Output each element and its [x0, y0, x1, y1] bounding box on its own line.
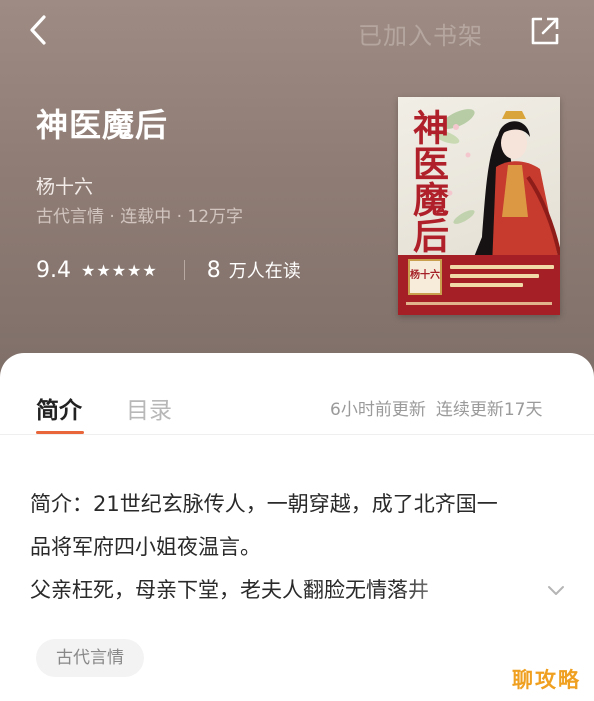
share-button[interactable] — [528, 14, 562, 48]
cover-author-badge: 杨十六 — [408, 259, 442, 295]
readers-count: 8 — [206, 257, 221, 283]
intro-line: 简介：21世纪玄脉传人，一朝穿越，成了北齐国一 — [30, 492, 498, 516]
tab-intro[interactable]: 简介 — [36, 391, 82, 425]
update-info: 6小时前更新 连续更新17天 — [330, 395, 542, 420]
cover-bottom-line — [406, 302, 552, 305]
genre-tag[interactable]: 古代言情 — [36, 639, 144, 677]
intro-text[interactable]: 简介：21世纪玄脉传人，一朝穿越，成了北齐国一 品将军府四小姐夜温言。 父亲枉死… — [30, 483, 570, 612]
intro-line: 父亲枉死，母亲下堂，老夫人翻脸无情落井 — [30, 578, 429, 602]
book-title: 神医魔后 — [36, 106, 169, 144]
detail-sheet: 简介 目录 6小时前更新 连续更新17天 简介：21世纪玄脉传人，一朝穿越，成了北… — [0, 353, 594, 701]
rating-divider — [183, 260, 185, 280]
site-watermark: 聊攻略 — [512, 668, 581, 692]
last-update-text: 6小时前更新 — [330, 400, 426, 420]
expand-intro-button[interactable] — [544, 579, 568, 603]
tab-toc[interactable]: 目录 — [126, 391, 172, 425]
cover-title-art: 神医魔后 — [407, 109, 449, 253]
rating-row: 9.4 ★★★★★ 8 万人在读 — [36, 256, 301, 284]
back-button[interactable] — [22, 12, 58, 48]
rating-stars: ★★★★★ — [81, 260, 158, 280]
readers-label: 万人在读 — [228, 261, 301, 282]
rating-score: 9.4 — [36, 257, 71, 283]
cover-figure-illustration — [470, 111, 560, 267]
update-streak-text: 连续更新17天 — [435, 400, 543, 420]
book-author[interactable]: 杨十六 — [36, 172, 93, 199]
book-meta: 古代言情 · 连载中 · 12万字 — [36, 207, 244, 227]
intro-line: 品将军府四小姐夜温言。 — [30, 535, 261, 559]
book-hero: 已加入书架 神医魔后 杨十六 古代言情 · 连载中 · 12万字 9.4 ★★★… — [0, 0, 594, 380]
book-cover[interactable]: 神医魔后 杨十六 — [398, 97, 560, 315]
tab-divider — [0, 434, 594, 435]
cover-caption-lines — [450, 265, 554, 292]
added-to-shelf-label[interactable]: 已加入书架 — [358, 16, 483, 51]
back-arrow-icon — [30, 15, 46, 45]
chevron-down-icon — [548, 586, 564, 595]
share-icon — [531, 17, 559, 45]
